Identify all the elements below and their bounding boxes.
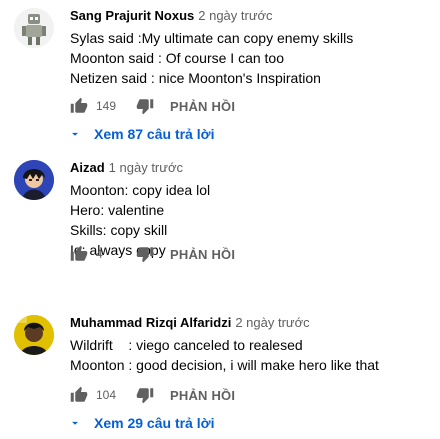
- thumbs-down-icon[interactable]: [136, 245, 154, 263]
- comment-toolbar: 104 PHẢN HỒI: [70, 385, 235, 405]
- comment-time[interactable]: 2 ngày trước: [235, 315, 309, 330]
- thumbs-up-icon[interactable]: [70, 97, 88, 115]
- view-replies-button[interactable]: Xem 87 câu trả lời: [68, 124, 214, 144]
- comment-header: Aizad 1 ngày trước: [70, 159, 436, 177]
- avatar[interactable]: [14, 315, 54, 355]
- comment-line: Sylas said :My ultimate can copy enemy s…: [70, 30, 354, 46]
- comment-text: Sylas said :My ultimate can copy enemy s…: [70, 28, 436, 88]
- reply-button[interactable]: PHẢN HỒI: [170, 247, 235, 262]
- character-avatar-yellow-icon: [14, 315, 54, 355]
- view-replies-label: Xem 87 câu trả lời: [94, 126, 215, 142]
- avatar[interactable]: [14, 160, 54, 200]
- author-name[interactable]: Muhammad Rizqi Alfaridzi: [70, 315, 231, 330]
- like-count: 4: [96, 247, 103, 261]
- view-replies-button[interactable]: Xem 29 câu trả lời: [68, 413, 214, 433]
- avatar[interactable]: [14, 8, 54, 48]
- thumbs-up-icon[interactable]: [70, 386, 88, 404]
- view-replies-label: Xem 29 câu trả lời: [94, 415, 215, 431]
- comment-toolbar: 149 PHẢN HỒI: [70, 96, 235, 116]
- character-avatar-blue-icon: [14, 160, 54, 200]
- reply-button[interactable]: PHẢN HỒI: [170, 388, 235, 403]
- comment-time[interactable]: 1 ngày trước: [109, 160, 183, 175]
- comment-line: Moonton said : Of course I can too: [70, 50, 285, 66]
- like-count: 149: [96, 99, 117, 113]
- comment-header: Muhammad Rizqi Alfaridzi 2 ngày trước: [70, 314, 436, 332]
- like-count: 104: [96, 388, 117, 402]
- caret-down-icon: [72, 421, 78, 425]
- comment-toolbar: 4 PHẢN HỒI: [70, 244, 235, 264]
- comment-line: Moonton: copy idea lol: [70, 182, 211, 198]
- comment-line: Netizen said : nice Moonton's Inspiratio…: [70, 70, 321, 86]
- author-name[interactable]: Aizad: [70, 160, 105, 175]
- comment-line: Hero: valentine: [70, 202, 165, 218]
- author-name[interactable]: Sang Prajurit Noxus: [70, 8, 194, 23]
- robot-avatar-icon: [14, 8, 54, 48]
- caret-down-icon: [72, 132, 78, 136]
- thumbs-up-icon[interactable]: [70, 245, 88, 263]
- comment-time[interactable]: 2 ngày trước: [198, 8, 272, 23]
- comment-line: Wildrift : viego canceled to realesed: [70, 337, 303, 353]
- thumbs-down-icon[interactable]: [136, 386, 154, 404]
- reply-button[interactable]: PHẢN HỒI: [170, 99, 235, 114]
- comment-line: Moonton : good decision, i will make her…: [70, 357, 379, 373]
- comment-header: Sang Prajurit Noxus 2 ngày trước: [70, 7, 436, 25]
- comment-text: Wildrift : viego canceled to realesed Mo…: [70, 335, 436, 375]
- comment-line: Skills: copy skill: [70, 222, 168, 238]
- thumbs-down-icon[interactable]: [136, 97, 154, 115]
